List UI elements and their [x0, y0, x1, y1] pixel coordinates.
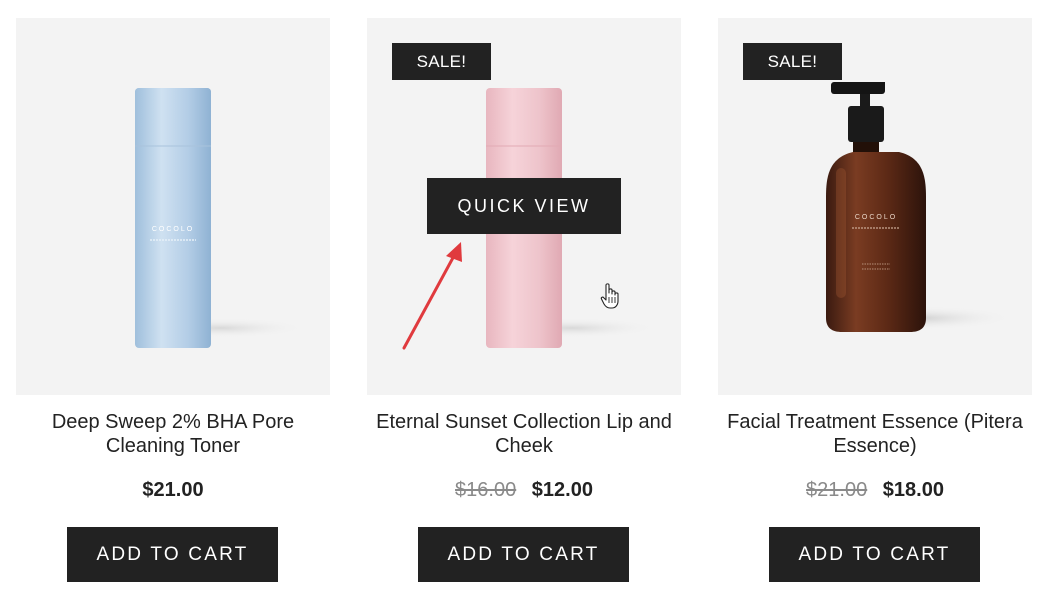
- product-price: $21.00: [16, 478, 330, 502]
- quick-view-button[interactable]: QUICK VIEW: [427, 178, 621, 234]
- product-title[interactable]: Deep Sweep 2% BHA Pore Cleaning Toner: [16, 410, 330, 458]
- original-price: $21.00: [806, 479, 868, 501]
- product-image-link[interactable]: COCOLO SALE!: [718, 18, 1032, 395]
- product-title[interactable]: Facial Treatment Essence (Pitera Essence…: [718, 410, 1032, 458]
- svg-text:COCOLO: COCOLO: [152, 226, 194, 233]
- sale-badge: SALE!: [392, 43, 491, 80]
- product-card: COCOLO SALE! Facial Treatment Essence (P…: [718, 18, 1032, 603]
- hand-pointer-icon: [600, 283, 619, 309]
- product-image-link[interactable]: COCOLO: [16, 18, 330, 395]
- add-to-cart-button[interactable]: ADD TO CART: [418, 527, 629, 582]
- product-title[interactable]: Eternal Sunset Collection Lip and Cheek: [367, 410, 681, 458]
- current-price: $21.00: [142, 479, 204, 501]
- svg-text:COCOLO: COCOLO: [855, 214, 897, 221]
- sale-price: $18.00: [882, 479, 944, 501]
- product-price: $21.00 $18.00: [718, 478, 1032, 502]
- product-price: $16.00 $12.00: [367, 478, 681, 502]
- add-to-cart-button[interactable]: ADD TO CART: [769, 527, 980, 582]
- add-to-cart-button[interactable]: ADD TO CART: [67, 527, 278, 582]
- product-image-link[interactable]: SALE! QUICK VIEW: [367, 18, 681, 395]
- sale-price: $12.00: [531, 479, 593, 501]
- product-card: SALE! QUICK VIEW Eternal Sunset Collecti…: [367, 18, 681, 603]
- sale-badge: SALE!: [743, 43, 842, 80]
- original-price: $16.00: [455, 479, 517, 501]
- product-image: COCOLO: [135, 88, 306, 348]
- product-card: COCOLO Deep Sweep 2% BHA Pore Cleaning T…: [16, 18, 330, 603]
- red-arrow-annotation: [446, 242, 462, 262]
- annotation-arrow-shaft: [402, 252, 457, 350]
